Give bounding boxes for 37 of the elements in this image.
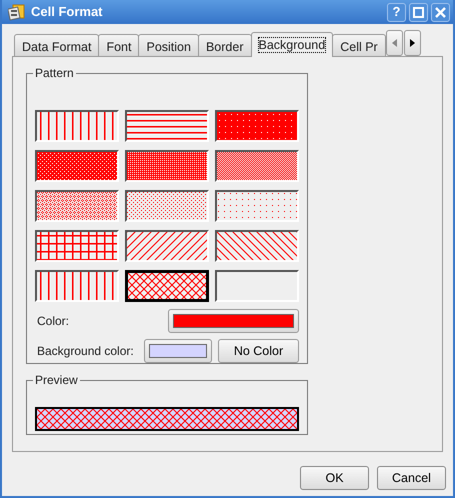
tab[interactable]: Background [250,32,334,57]
window-title: Cell Format [31,3,104,22]
pattern-swatch[interactable] [215,110,299,142]
pattern-swatch[interactable] [215,270,299,302]
maximize-button[interactable] [409,2,428,22]
left-arrow-icon [392,39,397,47]
close-button[interactable] [431,2,450,22]
pattern-swatch[interactable] [35,150,119,182]
pattern-swatch[interactable] [35,270,119,302]
background-color-button[interactable] [144,339,212,363]
pattern-swatch[interactable] [35,110,119,142]
scroll-right-button[interactable] [404,30,421,56]
tab[interactable]: Position [138,34,199,56]
maximize-icon [413,6,424,18]
no-color-button[interactable]: No Color [218,339,299,363]
pattern-swatch[interactable] [125,110,209,142]
tab[interactable]: Data Format [14,34,100,56]
pattern-swatch[interactable] [125,150,209,182]
background-color-label: Background color: [37,343,134,360]
pattern-swatch[interactable] [35,230,119,262]
right-arrow-icon [410,39,415,47]
pattern-swatch[interactable] [125,230,209,262]
pattern-swatch[interactable] [125,190,209,222]
close-icon [435,6,446,18]
pattern-swatch[interactable] [35,190,119,222]
ok-button[interactable]: OK [300,466,369,490]
app-icon [8,4,25,20]
color-label: Color: [37,313,70,330]
pattern-swatch[interactable] [215,190,299,222]
tab[interactable]: Border [198,34,252,56]
cancel-button[interactable]: Cancel [377,466,446,490]
pattern-swatch[interactable] [215,230,299,262]
tab[interactable]: Font [98,34,140,56]
pattern-swatch[interactable] [215,150,299,182]
color-button[interactable] [168,309,299,333]
tab[interactable]: Cell Pr [332,34,386,56]
pattern-swatch[interactable] [125,270,209,302]
